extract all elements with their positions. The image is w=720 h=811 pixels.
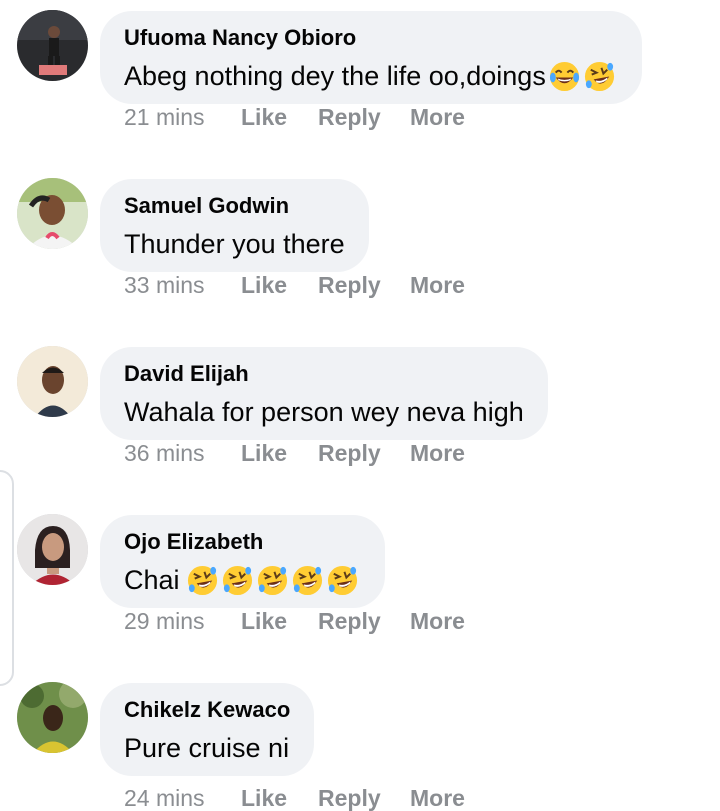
comment-text: Thunder you there <box>124 229 345 259</box>
more-button[interactable]: More <box>410 104 465 131</box>
avatar[interactable] <box>17 346 88 417</box>
comment-actions: 36 mins Like Reply More <box>124 438 465 468</box>
comment-actions: 21 mins Like Reply More <box>124 102 465 132</box>
comment-item: Chikelz Kewaco Pure cruise ni 24 mins Li… <box>0 672 720 811</box>
rolling-on-floor-laughing-emoji <box>327 565 357 595</box>
comment-bubble: Chikelz Kewaco Pure cruise ni <box>100 683 315 776</box>
comment-actions: 29 mins Like Reply More <box>124 606 465 636</box>
comment-text: Abeg nothing dey the life oo,doings <box>124 61 546 91</box>
rolling-on-floor-laughing-emoji <box>292 565 322 595</box>
rolling-on-floor-laughing-emoji <box>584 61 614 91</box>
comment-author[interactable]: David Elijah <box>124 361 524 387</box>
more-button[interactable]: More <box>410 608 465 635</box>
comments-panel: Ufuoma Nancy Obioro Abeg nothing dey the… <box>0 0 720 811</box>
comment-bubble: David Elijah Wahala for person wey neva … <box>100 347 548 440</box>
avatar[interactable] <box>17 514 88 585</box>
tears-of-joy-emoji <box>549 61 579 91</box>
avatar[interactable] <box>17 10 88 81</box>
avatar[interactable] <box>17 178 88 249</box>
comment-actions: 24 mins Like Reply More <box>124 783 465 811</box>
comment-text-row: Chai <box>124 563 361 597</box>
emoji-group <box>548 60 618 93</box>
comment-timestamp[interactable]: 21 mins <box>124 104 241 131</box>
like-button[interactable]: Like <box>241 104 318 131</box>
comment-text: Pure cruise ni <box>124 733 290 763</box>
comment-author[interactable]: Chikelz Kewaco <box>124 697 290 723</box>
emoji-group <box>186 564 361 597</box>
comment-author[interactable]: Samuel Godwin <box>124 193 345 219</box>
like-button[interactable]: Like <box>241 608 318 635</box>
comment-timestamp[interactable]: 29 mins <box>124 608 241 635</box>
rolling-on-floor-laughing-emoji <box>187 565 217 595</box>
comment-item: David Elijah Wahala for person wey neva … <box>0 336 720 504</box>
like-button[interactable]: Like <box>241 440 318 467</box>
reply-button[interactable]: Reply <box>318 104 410 131</box>
comment-timestamp[interactable]: 36 mins <box>124 440 241 467</box>
reply-button[interactable]: Reply <box>318 440 410 467</box>
more-button[interactable]: More <box>410 785 465 811</box>
comment-actions: 33 mins Like Reply More <box>124 270 465 300</box>
rolling-on-floor-laughing-emoji <box>257 565 287 595</box>
rolling-on-floor-laughing-emoji <box>222 565 252 595</box>
reply-button[interactable]: Reply <box>318 785 410 811</box>
comment-bubble: Samuel Godwin Thunder you there <box>100 179 369 272</box>
comment-bubble: Ojo Elizabeth Chai <box>100 515 385 608</box>
comment-item: Ufuoma Nancy Obioro Abeg nothing dey the… <box>0 0 720 168</box>
more-button[interactable]: More <box>410 272 465 299</box>
comment-timestamp[interactable]: 24 mins <box>124 785 241 811</box>
more-button[interactable]: More <box>410 440 465 467</box>
comment-author[interactable]: Ufuoma Nancy Obioro <box>124 25 618 51</box>
comment-text-row: Pure cruise ni <box>124 731 290 765</box>
like-button[interactable]: Like <box>241 272 318 299</box>
reply-button[interactable]: Reply <box>318 608 410 635</box>
comment-timestamp[interactable]: 33 mins <box>124 272 241 299</box>
avatar[interactable] <box>17 682 88 753</box>
comment-text-row: Abeg nothing dey the life oo,doings <box>124 59 618 93</box>
comment-text: Chai <box>124 565 180 595</box>
comment-item: Ojo Elizabeth Chai 29 mins Like Reply Mo… <box>0 504 720 672</box>
comment-bubble: Ufuoma Nancy Obioro Abeg nothing dey the… <box>100 11 642 104</box>
comment-author[interactable]: Ojo Elizabeth <box>124 529 361 555</box>
reply-button[interactable]: Reply <box>318 272 410 299</box>
comment-text: Wahala for person wey neva high <box>124 397 524 427</box>
comment-item: Samuel Godwin Thunder you there 33 mins … <box>0 168 720 336</box>
comment-text-row: Wahala for person wey neva high <box>124 395 524 429</box>
comment-text-row: Thunder you there <box>124 227 345 261</box>
like-button[interactable]: Like <box>241 785 318 811</box>
